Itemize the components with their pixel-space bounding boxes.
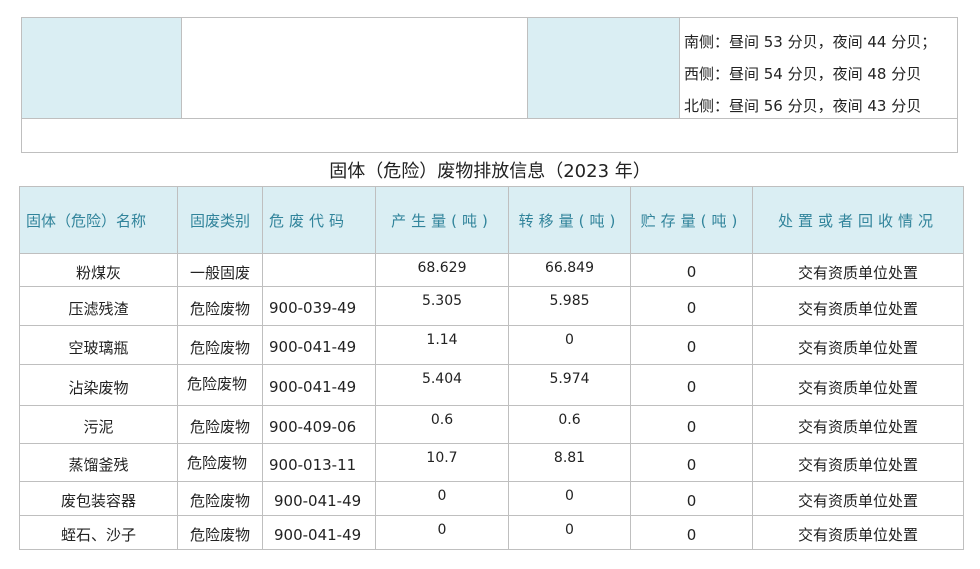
waste-name: 蛭石、沙子 [19,515,178,550]
waste-name: 空玻璃瓶 [19,325,178,365]
solid-waste-table: 固体（危险）名称 固废类别 危废代码 产生量(吨) 转移量(吨) 贮存量(吨) … [19,186,964,550]
waste-disposal: 交有资质单位处置 [752,325,964,365]
waste-category: 危险废物 [177,364,263,406]
waste-stored: 0 [630,286,753,326]
waste-produced: 10.7 [375,443,509,482]
waste-code: 900-041-49 [262,481,376,516]
waste-stored: 0 [630,405,753,444]
page-title: 固体（危险）废物排放信息（2023 年） [329,161,651,182]
waste-name: 粉煤灰 [19,253,178,287]
table-row: 废包装容器 危险废物 900-041-49 0 0 0 交有资质单位处置 [19,481,964,516]
waste-disposal: 交有资质单位处置 [752,405,964,444]
table-row: 蒸馏釜残 危险废物 900-013-11 10.7 8.81 0 交有资质单位处… [19,443,964,482]
table-row: 压滤残渣 危险废物 900-039-49 5.305 5.985 0 交有资质单… [19,286,964,326]
noise-values-cell: 南侧：昼间 53 分贝，夜间 44 分贝； 西侧：昼间 54 分贝，夜间 48 … [680,18,957,118]
table-row: 沾染废物 危险废物 900-041-49 5.404 5.974 0 交有资质单… [19,364,964,406]
waste-transferred: 0 [508,481,631,516]
noise-label-cell [22,18,182,118]
waste-stored: 0 [630,253,753,287]
waste-category: 危险废物 [177,405,263,444]
waste-transferred: 5.974 [508,364,631,406]
waste-transferred: 66.849 [508,253,631,287]
waste-disposal: 交有资质单位处置 [752,253,964,287]
header-transferred: 转移量(吨) [508,186,631,254]
table-row: 空玻璃瓶 危险废物 900-041-49 1.14 0 0 交有资质单位处置 [19,325,964,365]
waste-produced: 68.629 [375,253,509,287]
header-disposal: 处置或者回收情况 [752,186,964,254]
noise-info-row: 南侧：昼间 53 分贝，夜间 44 分贝； 西侧：昼间 54 分贝，夜间 48 … [22,18,957,119]
waste-produced: 1.14 [375,325,509,365]
waste-disposal: 交有资质单位处置 [752,443,964,482]
noise-north: 北侧：昼间 56 分贝，夜间 43 分贝 [684,97,922,115]
waste-transferred: 8.81 [508,443,631,482]
waste-disposal: 交有资质单位处置 [752,286,964,326]
waste-transferred: 0 [508,515,631,550]
waste-disposal: 交有资质单位处置 [752,515,964,550]
waste-name: 沾染废物 [19,364,178,406]
waste-code: 900-039-49 [262,286,376,326]
header-code: 危废代码 [262,186,376,254]
waste-transferred: 0 [508,325,631,365]
header-name: 固体（危险）名称 [19,186,178,254]
waste-stored: 0 [630,443,753,482]
waste-stored: 0 [630,515,753,550]
waste-code: 900-013-11 [262,443,376,482]
waste-name: 污泥 [19,405,178,444]
waste-disposal: 交有资质单位处置 [752,364,964,406]
waste-stored: 0 [630,325,753,365]
waste-produced: 5.404 [375,364,509,406]
table-row: 蛭石、沙子 危险废物 900-041-49 0 0 0 交有资质单位处置 [19,515,964,550]
waste-code: 900-041-49 [262,325,376,365]
header-produced: 产生量(吨) [375,186,509,254]
noise-south: 南侧：昼间 53 分贝，夜间 44 分贝； [684,33,937,51]
waste-name: 压滤残渣 [19,286,178,326]
waste-category: 危险废物 [177,286,263,326]
waste-code: 900-041-49 [262,364,376,406]
noise-label-cell-2 [528,18,680,118]
waste-category: 一般固废 [177,253,263,287]
waste-category: 危险废物 [177,443,263,482]
waste-code: 900-409-06 [262,405,376,444]
table-row: 污泥 危险废物 900-409-06 0.6 0.6 0 交有资质单位处置 [19,405,964,444]
waste-stored: 0 [630,481,753,516]
header-stored: 贮存量(吨) [630,186,753,254]
waste-name: 蒸馏釜残 [19,443,178,482]
waste-category: 危险废物 [177,325,263,365]
waste-category: 危险废物 [177,515,263,550]
waste-produced: 5.305 [375,286,509,326]
table-row: 粉煤灰 一般固废 68.629 66.849 0 交有资质单位处置 [19,253,964,287]
waste-disposal: 交有资质单位处置 [752,481,964,516]
header-category: 固废类别 [177,186,263,254]
waste-produced: 0.6 [375,405,509,444]
waste-transferred: 0.6 [508,405,631,444]
waste-produced: 0 [375,481,509,516]
table-header-row: 固体（危险）名称 固废类别 危废代码 产生量(吨) 转移量(吨) 贮存量(吨) … [19,186,964,254]
waste-produced: 0 [375,515,509,550]
waste-name: 废包装容器 [19,481,178,516]
waste-category: 危险废物 [177,481,263,516]
waste-code: 900-041-49 [262,515,376,550]
waste-stored: 0 [630,364,753,406]
noise-info-table: 南侧：昼间 53 分贝，夜间 44 分贝； 西侧：昼间 54 分贝，夜间 48 … [21,17,958,153]
noise-blank-cell [182,18,528,118]
waste-code [262,253,376,287]
waste-transferred: 5.985 [508,286,631,326]
noise-west: 西侧：昼间 54 分贝，夜间 48 分贝 [684,65,922,83]
